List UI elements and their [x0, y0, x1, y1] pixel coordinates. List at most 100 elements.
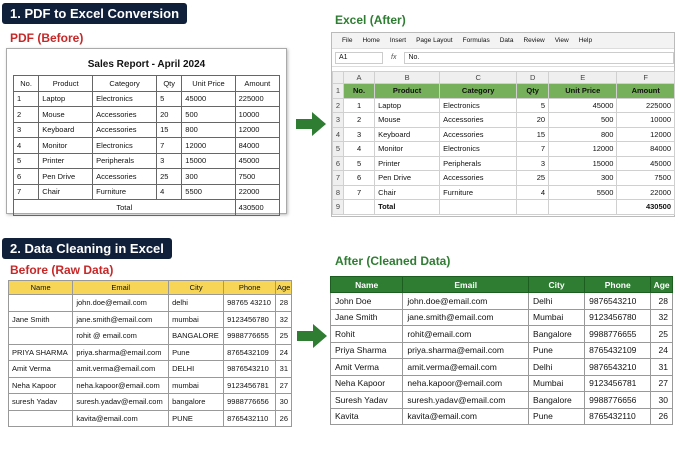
cell[interactable]: Electronics — [439, 141, 518, 157]
table-cell: Amit Verma — [329, 358, 404, 376]
column-letter-F[interactable]: F — [616, 71, 675, 84]
cell[interactable]: 225000 — [616, 97, 675, 113]
menu-item-help[interactable]: Help — [579, 37, 592, 44]
fx-icon[interactable]: fx — [391, 54, 396, 61]
cell[interactable]: 500 — [548, 112, 618, 128]
table-cell: 25 — [275, 327, 292, 345]
table-cell: 10000 — [234, 106, 281, 123]
cell[interactable]: 4 — [342, 141, 376, 157]
cell[interactable]: 300 — [548, 170, 618, 186]
cell[interactable]: Pen Drive — [374, 170, 441, 186]
cell[interactable] — [439, 199, 518, 215]
column-letter-D[interactable]: D — [516, 71, 550, 84]
cell[interactable]: 7 — [342, 184, 376, 200]
sheet-row: 1 No. Product Category Qty Unit Price Amount — [332, 83, 675, 99]
cell[interactable] — [516, 199, 550, 215]
table-row: Jane Smith jane.smith@email.com Mumbai 9123… — [329, 308, 673, 326]
select-all-corner[interactable] — [332, 71, 344, 84]
cell[interactable]: Total — [374, 199, 441, 215]
table-cell: BANGALORE — [168, 327, 225, 345]
cell[interactable]: Accessories — [439, 112, 518, 128]
cell[interactable]: 430500 — [616, 199, 675, 215]
cell[interactable]: 5 — [342, 155, 376, 171]
cell[interactable]: 45000 — [616, 155, 675, 171]
cell[interactable]: 15000 — [548, 155, 618, 171]
cell[interactable]: Electronics — [439, 97, 518, 113]
table-row: rohit @ email.com BANGALORE 9988776655 25 — [7, 327, 292, 345]
menu-item-formulas[interactable]: Formulas — [463, 37, 490, 44]
menu-item-review[interactable]: Review — [523, 37, 544, 44]
cell[interactable]: 3 — [342, 126, 376, 142]
table-cell: Electronics — [92, 90, 158, 107]
cell[interactable]: 5500 — [548, 184, 618, 200]
cell[interactable]: 6 — [342, 170, 376, 186]
table-row: PRIYA SHARMA priya.sharma@email.com Pune 87… — [7, 343, 292, 361]
column-letter-A[interactable]: A — [342, 71, 376, 84]
column-header: City — [528, 276, 586, 293]
row-number[interactable]: 4 — [332, 126, 344, 142]
row-number[interactable]: 3 — [332, 112, 344, 128]
cell[interactable]: 2 — [342, 112, 376, 128]
cell[interactable]: 1 — [342, 97, 376, 113]
menu-item-data[interactable]: Data — [500, 37, 514, 44]
cell[interactable]: Peripherals — [439, 155, 518, 171]
row-number[interactable]: 7 — [332, 170, 344, 186]
row-number[interactable]: 5 — [332, 141, 344, 157]
row-number[interactable]: 2 — [332, 97, 344, 113]
cell[interactable]: 7500 — [616, 170, 675, 186]
cell[interactable]: 10000 — [616, 112, 675, 128]
cell[interactable]: Printer — [374, 155, 441, 171]
cell[interactable]: Chair — [374, 184, 441, 200]
cell[interactable]: 22000 — [616, 184, 675, 200]
menu-item-insert[interactable]: Insert — [390, 37, 406, 44]
formula-input[interactable]: No. — [404, 51, 674, 64]
table-cell: 4 — [156, 183, 183, 200]
row-number[interactable]: 9 — [332, 199, 344, 215]
menu-item-file[interactable]: File — [342, 37, 352, 44]
cell[interactable]: Keyboard — [374, 126, 441, 142]
table-row: 2 Mouse Accessories 20 500 10000 — [12, 106, 281, 123]
row-number[interactable]: 8 — [332, 184, 344, 200]
row-number[interactable]: 1 — [332, 83, 344, 99]
cell[interactable]: Mouse — [374, 112, 441, 128]
pdf-table: No. Product Category Qty Unit Price Amount 1L… — [12, 75, 281, 216]
cell[interactable]: Monitor — [374, 141, 441, 157]
cell[interactable]: 15 — [516, 126, 550, 142]
cell[interactable]: 20 — [516, 112, 550, 128]
cell[interactable]: 4 — [516, 184, 550, 200]
menu-item-view[interactable]: View — [555, 37, 569, 44]
cell[interactable]: 25 — [516, 170, 550, 186]
cell[interactable]: Laptop — [374, 97, 441, 113]
cell[interactable]: Furniture — [439, 184, 518, 200]
cell[interactable]: Amount — [616, 83, 675, 99]
cell[interactable]: 45000 — [548, 97, 618, 113]
table-cell: 32 — [275, 310, 292, 328]
row-number[interactable]: 6 — [332, 155, 344, 171]
pdf-before-label: PDF (Before) — [10, 31, 84, 45]
cell[interactable]: 84000 — [616, 141, 675, 157]
cell[interactable]: No. — [342, 83, 376, 99]
cell[interactable]: 3 — [516, 155, 550, 171]
column-letter-C[interactable]: C — [439, 71, 518, 84]
cell[interactable]: Accessories — [439, 126, 518, 142]
cell[interactable]: Category — [439, 83, 518, 99]
table-cell: Chair — [38, 183, 94, 200]
cell[interactable]: 5 — [516, 97, 550, 113]
cell[interactable]: Qty — [516, 83, 550, 99]
cell[interactable] — [342, 199, 376, 215]
cell[interactable]: Accessories — [439, 170, 518, 186]
cell[interactable]: 800 — [548, 126, 618, 142]
name-box[interactable]: A1 — [335, 51, 383, 64]
cell[interactable]: Unit Price — [548, 83, 618, 99]
cell[interactable]: Product — [374, 83, 441, 99]
table-cell: 9876543210 — [584, 292, 652, 310]
table-row: 7 Chair Furniture 4 5500 22000 — [12, 183, 281, 200]
menu-item-home[interactable]: Home — [362, 37, 379, 44]
cell[interactable]: 12000 — [548, 141, 618, 157]
cell[interactable] — [548, 199, 618, 215]
column-letter-E[interactable]: E — [548, 71, 618, 84]
cell[interactable]: 7 — [516, 141, 550, 157]
column-letter-B[interactable]: B — [374, 71, 441, 84]
menu-item-page-layout[interactable]: Page Layout — [416, 37, 453, 44]
cell[interactable]: 12000 — [616, 126, 675, 142]
